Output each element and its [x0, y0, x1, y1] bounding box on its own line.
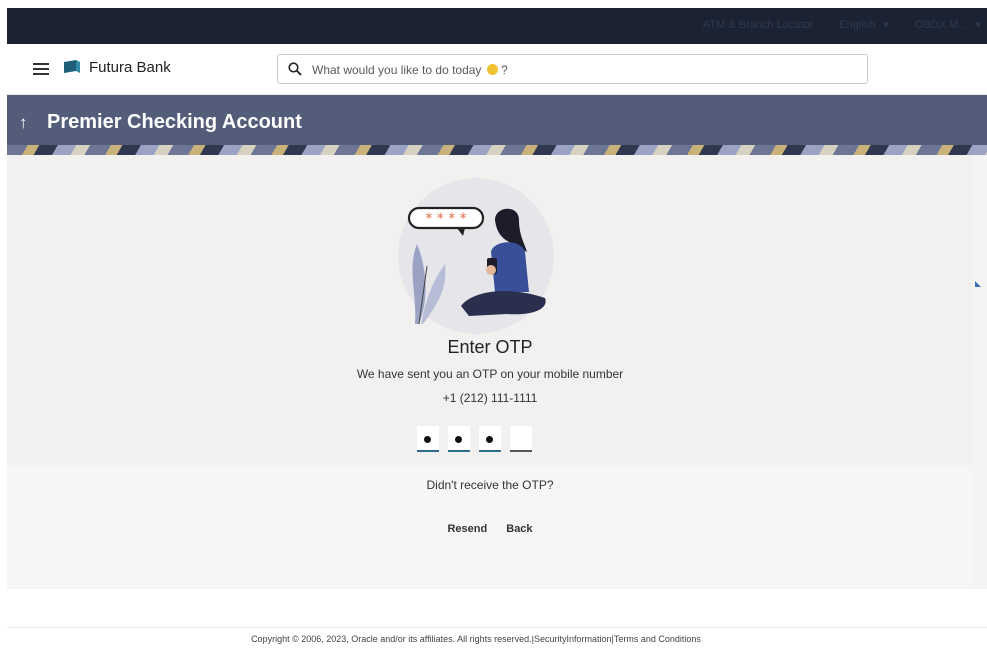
search-icon — [288, 62, 302, 76]
otp-input-group — [417, 426, 532, 452]
masked-digit — [455, 436, 462, 443]
back-button[interactable]: Back — [506, 523, 532, 535]
scrollbar[interactable] — [973, 155, 987, 589]
header: Futura Bank What would you like to do to… — [7, 44, 987, 95]
mobile-number: +1 (212) 111-1111 — [442, 391, 538, 405]
atm-branch-locator-link[interactable]: ATM & Branch Locator — [703, 18, 813, 31]
otp-illustration: * * * * — [398, 178, 554, 334]
otp-actions: Resend Back — [7, 523, 973, 535]
masked-digit — [486, 436, 493, 443]
masked-digit — [424, 436, 431, 443]
otp-heading: Enter OTP — [447, 337, 533, 357]
otp-digit-3[interactable] — [479, 426, 501, 452]
scroll-indicator-icon — [975, 281, 981, 287]
language-label: English — [839, 18, 876, 31]
hamburger-menu-icon[interactable] — [33, 63, 49, 75]
search-input[interactable]: What would you like to do today ? — [277, 54, 868, 84]
chevron-down-icon: ▾ — [975, 19, 981, 31]
svg-text:* * * *: * * * * — [425, 211, 466, 227]
otp-digit-2[interactable] — [448, 426, 470, 452]
resend-button[interactable]: Resend — [447, 523, 487, 535]
decorative-stripe — [7, 145, 987, 155]
otp-message: We have sent you an OTP on your mobile n… — [356, 367, 624, 381]
user-menu[interactable]: OBDX M... ▾ — [914, 18, 981, 32]
smiley-emoji-icon — [486, 64, 498, 75]
otp-digit-4[interactable] — [510, 426, 532, 452]
top-bar-links: ATM & Branch Locator English ▾ OBDX M... ▾ — [703, 18, 981, 32]
otp-digit-1[interactable] — [417, 426, 439, 452]
back-arrow-icon[interactable]: ↑ — [19, 113, 28, 133]
search-placeholder: What would you like to do today ? — [312, 63, 508, 77]
page-banner: ↑ Premier Checking Account — [7, 95, 987, 155]
user-label: OBDX M... — [914, 18, 968, 31]
footer-copyright: Copyright © 2006, 2023, Oracle and/or it… — [251, 634, 701, 644]
page-title: Premier Checking Account — [47, 111, 302, 133]
top-bar: ATM & Branch Locator English ▾ OBDX M... ▾ — [7, 8, 987, 44]
footer: Copyright © 2006, 2023, Oracle and/or it… — [7, 627, 987, 652]
bank-logo-icon — [64, 60, 80, 73]
chevron-down-icon: ▾ — [883, 19, 889, 31]
language-selector[interactable]: English ▾ — [839, 18, 889, 32]
otp-not-received-text: Didn't receive the OTP? — [426, 478, 554, 492]
app-frame: ATM & Branch Locator English ▾ OBDX M... ▾… — [7, 8, 987, 652]
brand-name: Futura Bank — [89, 59, 171, 76]
